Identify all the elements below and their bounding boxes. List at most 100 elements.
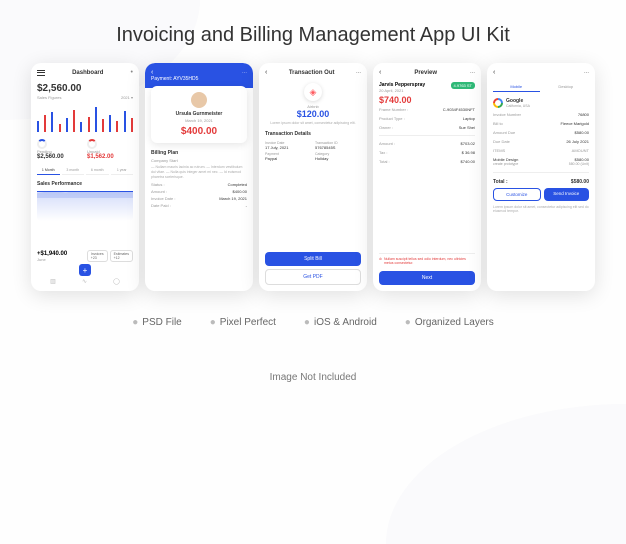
- tab-1year[interactable]: 1 year: [111, 166, 134, 175]
- area-chart: [37, 191, 133, 221]
- nav-activity-icon[interactable]: ∿: [82, 278, 87, 285]
- notification-icon[interactable]: •: [131, 69, 133, 76]
- invoice-note: Lorem ipsum dolor sit amet, consectetur …: [493, 205, 589, 215]
- nav-chart-icon[interactable]: ▥: [50, 278, 56, 285]
- feature-item: ●iOS & Android: [304, 317, 377, 328]
- transaction-description: Lorem ipsum dolor sit amet, consectetur …: [265, 121, 361, 126]
- date-paid-value: -: [246, 203, 247, 208]
- invoice-total: $580.00: [571, 179, 589, 185]
- features-row: ●PSD File ●Pixel Perfect ●iOS & Android …: [0, 317, 626, 328]
- screen-transaction: ‹ Transaction Out ⋯ ◈ Airbnb $120.00 Lor…: [259, 63, 367, 291]
- item-description: create prototype: [493, 162, 518, 166]
- more-icon[interactable]: ⋯: [242, 70, 247, 76]
- more-icon[interactable]: ⋯: [584, 70, 589, 76]
- amount-header: AMOUNT: [572, 148, 589, 153]
- payment-ref: Payment: AYV35HD5: [151, 76, 247, 82]
- transaction-id: 57678545S: [315, 145, 361, 150]
- more-icon[interactable]: ⋯: [470, 70, 475, 76]
- product-type: Laptop: [463, 116, 475, 121]
- screen-dashboard: Dashboard • $2,560.00 Sales Figures 2021…: [31, 63, 139, 291]
- preview-amount: $740.00: [379, 95, 475, 105]
- invoices-pill: Invoices+23: [87, 250, 108, 262]
- get-pdf-button[interactable]: Get PDF: [265, 269, 361, 285]
- amount-due: $580.00: [575, 130, 589, 135]
- plan-subtitle: Company Start: [151, 158, 247, 163]
- screen-preview: ‹ Preview ⋯ Jarvis Pepperspray 20 April,…: [373, 63, 481, 291]
- preview-title: Preview: [414, 70, 437, 76]
- google-icon: [493, 98, 503, 108]
- transaction-amount: $120.00: [265, 109, 361, 119]
- items-header: ITEMS: [493, 148, 505, 153]
- frame-number: C-9034F4530NFT: [443, 107, 475, 112]
- bottom-nav: ▥ ∿ ◯: [37, 278, 133, 285]
- payment-method: Paypal: [265, 156, 311, 161]
- invoice-number: 76800: [578, 112, 589, 117]
- payment-amount: $400.00: [157, 126, 241, 137]
- airbnb-icon: ◈: [304, 83, 322, 101]
- sales-performance-title: Sales Performance: [37, 181, 133, 187]
- back-icon[interactable]: ‹: [151, 69, 153, 76]
- tax-value: $ 36.98: [462, 150, 475, 155]
- screen-payment: ‹ ⋯ Payment: AYV35HD5 Ursula Gurnmeister…: [145, 63, 253, 291]
- next-button[interactable]: Next: [379, 271, 475, 285]
- period-tabs: 1 Month 3 month 6 month 1 year: [37, 166, 133, 175]
- status-value: Completed: [228, 182, 247, 187]
- add-button[interactable]: +: [79, 264, 91, 276]
- bill-to: Fleece Marigold: [561, 121, 589, 126]
- year-selector[interactable]: 2021 ▾: [121, 95, 133, 100]
- plan-features: — Nullam mauris lacinia ac rutrum. — Int…: [151, 165, 247, 180]
- donut-icon: [87, 139, 97, 149]
- back-icon[interactable]: ‹: [493, 69, 495, 76]
- rating-badge: 4.9763 ST: [451, 82, 475, 89]
- footer-note: Image Not Included: [0, 372, 626, 383]
- split-bill-button[interactable]: Split Bill: [265, 252, 361, 266]
- tab-6month[interactable]: 6 month: [86, 166, 109, 175]
- company-location: California, USA: [506, 104, 530, 108]
- dashboard-title: Dashboard: [72, 70, 103, 76]
- invoice-date: 17 July, 2021: [265, 145, 311, 150]
- preview-date: 20 April, 2021: [379, 88, 425, 93]
- warning-note: ⊘ Nullam suscipit tellus sed odio interd…: [379, 253, 475, 265]
- amount-value: $400.00: [233, 189, 247, 194]
- back-icon[interactable]: ‹: [379, 69, 381, 76]
- category: Holiday: [315, 156, 361, 161]
- menu-icon[interactable]: [37, 70, 45, 76]
- invoice-date-value: March 19, 2021: [219, 196, 247, 201]
- screens-row: Dashboard • $2,560.00 Sales Figures 2021…: [0, 63, 626, 291]
- screen-invoice: ‹ ⋯ Mobile Desktop Google California, US…: [487, 63, 595, 291]
- donut-icon: [37, 139, 47, 149]
- nav-profile-icon[interactable]: ◯: [113, 278, 120, 285]
- warning-icon: ⊘: [379, 257, 382, 261]
- send-invoice-button[interactable]: Send Invoice: [544, 188, 590, 201]
- owner-name: Sue Shei: [459, 125, 475, 130]
- segment-mobile[interactable]: Mobile: [493, 82, 540, 92]
- unpaid-stat: Unpaid $1,562.00: [87, 139, 133, 160]
- segment-control: Mobile Desktop: [493, 82, 589, 92]
- billing-plan-title: Billing Plan: [151, 150, 247, 156]
- tab-1month[interactable]: 1 Month: [37, 166, 60, 175]
- tab-3month[interactable]: 3 month: [62, 166, 85, 175]
- payment-card: Ursula Gurnmeister March 19, 2021 $400.0…: [151, 86, 247, 143]
- avatar: [191, 92, 207, 108]
- feature-item: ●Organized Layers: [405, 317, 494, 328]
- subtotal: $703.02: [461, 141, 475, 146]
- pending-stat: Pending $2,560.00: [37, 139, 83, 160]
- segment-desktop[interactable]: Desktop: [543, 82, 590, 92]
- feature-item: ●PSD File: [132, 317, 182, 328]
- bar-chart: [37, 104, 133, 132]
- due-date: 26 July 2021: [566, 139, 589, 144]
- item-unit-price: 580.00 (Unit): [569, 162, 589, 166]
- details-title: Transaction Details: [265, 131, 361, 137]
- sales-figures-label: Sales Figures: [37, 95, 82, 100]
- payer-name: Ursula Gurnmeister: [157, 111, 241, 117]
- estimates-pill: Estimates+12: [110, 250, 133, 262]
- total-value: $740.00: [461, 159, 475, 164]
- page-title: Invoicing and Billing Management App UI …: [0, 0, 626, 63]
- customize-button[interactable]: Customize: [493, 188, 541, 201]
- payment-date: March 19, 2021: [157, 118, 241, 123]
- feature-item: ●Pixel Perfect: [210, 317, 276, 328]
- dashboard-amount: $2,560.00: [37, 83, 82, 94]
- back-icon[interactable]: ‹: [265, 69, 267, 76]
- transaction-title: Transaction Out: [289, 70, 335, 76]
- more-icon[interactable]: ⋯: [356, 70, 361, 76]
